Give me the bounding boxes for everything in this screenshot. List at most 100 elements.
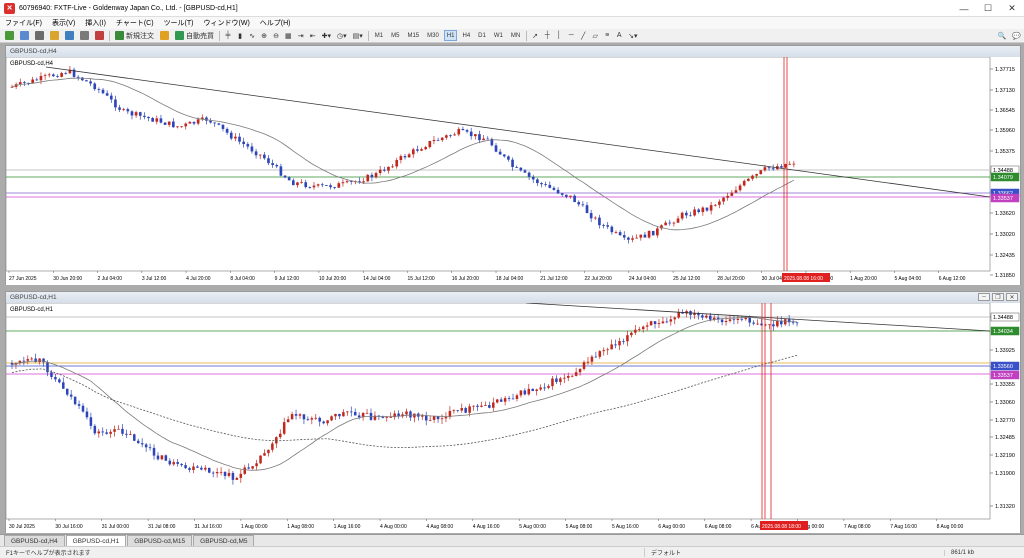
navigator-button[interactable] bbox=[63, 30, 76, 41]
candle bbox=[559, 378, 562, 382]
chart-close-button[interactable]: ✕ bbox=[1006, 293, 1018, 301]
maximize-button[interactable]: ☐ bbox=[976, 0, 1000, 17]
menu-chart[interactable]: チャート(C) bbox=[111, 18, 159, 28]
timeframe-mn[interactable]: MN bbox=[508, 30, 523, 41]
line-chart-button[interactable]: ∿ bbox=[247, 30, 257, 41]
bar-chart-button[interactable]: ╪ bbox=[223, 30, 233, 41]
chart-window-h4[interactable]: GBPUSD-cd,H4 GBPUSD-cd,H4 1.37715 1.37130 1… bbox=[5, 45, 1021, 285]
tab-gbpusd-m15[interactable]: GBPUSD-cd,M15 bbox=[127, 535, 193, 546]
candle bbox=[738, 185, 742, 191]
profiles-button[interactable] bbox=[18, 30, 31, 41]
zoom-in-icon: ⊕ bbox=[261, 32, 267, 40]
timeframe-d1[interactable]: D1 bbox=[475, 30, 489, 41]
symbol-label: GBPUSD-cd,H4 bbox=[10, 61, 54, 67]
new-order-button[interactable]: 新規注文 bbox=[113, 30, 156, 41]
chart-minimize-button[interactable]: – bbox=[978, 293, 990, 301]
candle bbox=[23, 82, 26, 83]
channel-tool-button[interactable]: ▱ bbox=[590, 30, 600, 41]
menu-file[interactable]: ファイル(F) bbox=[0, 18, 47, 28]
time-label: 30 Jun 20:00 bbox=[53, 276, 82, 282]
time-label: 21 Jul 12:00 bbox=[540, 276, 567, 282]
close-button[interactable]: ✕ bbox=[1000, 0, 1024, 17]
chart-restore-button[interactable]: ❐ bbox=[992, 293, 1004, 301]
menu-window[interactable]: ウィンドウ(W) bbox=[199, 18, 255, 28]
search-button[interactable]: 🔍 bbox=[996, 30, 1009, 41]
price-label: 1.32485 bbox=[995, 435, 1015, 441]
candle bbox=[499, 399, 503, 402]
terminal-button[interactable] bbox=[78, 30, 91, 41]
candle bbox=[645, 325, 649, 327]
chat-button[interactable]: 💬 bbox=[1010, 30, 1023, 41]
menu-insert[interactable]: 挿入(I) bbox=[80, 18, 111, 28]
horizontal-line-tool-button[interactable]: ─ bbox=[566, 30, 576, 41]
minimize-button[interactable]: — bbox=[952, 0, 976, 17]
price-label: 1.32770 bbox=[995, 418, 1015, 424]
text-tool-button[interactable]: A bbox=[614, 30, 624, 41]
candle bbox=[495, 399, 499, 403]
candle bbox=[755, 174, 758, 176]
auto-trade-button[interactable]: 自動売買 bbox=[173, 30, 216, 41]
timeframe-m30[interactable]: M30 bbox=[424, 30, 442, 41]
candle bbox=[310, 418, 314, 420]
candle bbox=[105, 93, 109, 96]
indicators-button[interactable]: ✚▾ bbox=[320, 30, 333, 41]
menu-help[interactable]: ヘルプ(H) bbox=[255, 18, 296, 28]
chart-plot-h1[interactable]: GBPUSD-cd,H11.344881.339251.336401.33355… bbox=[6, 303, 1020, 533]
zoom-in-button[interactable]: ⊕ bbox=[259, 30, 269, 41]
trendline-tool-button[interactable]: ╱ bbox=[578, 30, 588, 41]
candle bbox=[109, 431, 112, 434]
candle bbox=[101, 431, 104, 433]
menu-tools[interactable]: ツール(T) bbox=[159, 18, 199, 28]
cursor-tool-button[interactable]: ➚ bbox=[530, 30, 540, 41]
fibonacci-tool-button[interactable]: ≡ bbox=[602, 30, 612, 41]
candle bbox=[296, 182, 299, 186]
candle bbox=[238, 136, 241, 142]
tile-windows-button[interactable]: ▦ bbox=[283, 30, 294, 41]
auto-scroll-button[interactable]: ⇥ bbox=[296, 30, 306, 41]
new-chart-button[interactable] bbox=[3, 30, 16, 41]
time-label: 4 Jul 20:00 bbox=[186, 276, 211, 282]
candle bbox=[215, 472, 219, 474]
candle bbox=[424, 415, 428, 421]
time-label: 1 Aug 20:00 bbox=[850, 276, 877, 282]
menu-view[interactable]: 表示(V) bbox=[47, 18, 80, 28]
timeframe-h4[interactable]: H4 bbox=[459, 30, 473, 41]
timeframe-m5[interactable]: M5 bbox=[388, 30, 402, 41]
candle bbox=[543, 387, 546, 389]
chart-shift-button[interactable]: ⇤ bbox=[308, 30, 318, 41]
candle bbox=[507, 156, 510, 160]
candle bbox=[234, 136, 237, 139]
data-window-button[interactable] bbox=[48, 30, 61, 41]
timeframe-h1[interactable]: H1 bbox=[443, 30, 458, 41]
vertical-line-tool-button[interactable]: │ bbox=[554, 30, 564, 41]
tab-gbpusd-h1[interactable]: GBPUSD-cd,H1 bbox=[65, 535, 127, 546]
candle bbox=[539, 387, 542, 390]
status-profile[interactable]: デフォルト bbox=[644, 548, 944, 557]
chart-plot-h4[interactable]: GBPUSD-cd,H4 1.37715 1.37130 1.36545 1.35960… bbox=[6, 57, 1020, 285]
candle bbox=[665, 321, 669, 323]
tab-gbpusd-h4[interactable]: GBPUSD-cd,H4 bbox=[4, 535, 65, 546]
meta-editor-button[interactable] bbox=[158, 30, 171, 41]
timeframe-w1[interactable]: W1 bbox=[491, 30, 506, 41]
candle bbox=[81, 405, 85, 412]
candle bbox=[511, 159, 514, 167]
chart-window-h1[interactable]: GBPUSD-cd,H1 – ❐ ✕ GBPUSD-cd,H1 1.34488 1.… bbox=[5, 291, 1021, 533]
crosshair-tool-button[interactable]: ┼ bbox=[542, 30, 552, 41]
timeframe-m15[interactable]: M15 bbox=[404, 30, 422, 41]
candle bbox=[337, 183, 341, 188]
candle bbox=[656, 228, 659, 236]
candle-chart-button[interactable]: ▮ bbox=[235, 30, 245, 41]
zoom-out-button[interactable]: ⊖ bbox=[271, 30, 281, 41]
timeframe-m1[interactable]: M1 bbox=[372, 30, 386, 41]
arrows-tool-button[interactable]: ↘▾ bbox=[626, 30, 639, 41]
price-badge-label: 1.34488 bbox=[993, 315, 1013, 321]
periods-button[interactable]: ◷▾ bbox=[335, 30, 349, 41]
candle bbox=[143, 115, 146, 117]
market-watch-button[interactable] bbox=[33, 30, 46, 41]
time-label: 15 Jul 12:00 bbox=[407, 276, 434, 282]
templates-button[interactable]: ▤▾ bbox=[351, 30, 365, 41]
candle bbox=[759, 170, 763, 175]
tab-gbpusd-m5[interactable]: GBPUSD-cd,M5 bbox=[193, 535, 255, 546]
candle bbox=[428, 419, 432, 421]
strategy-tester-button[interactable] bbox=[93, 30, 106, 41]
